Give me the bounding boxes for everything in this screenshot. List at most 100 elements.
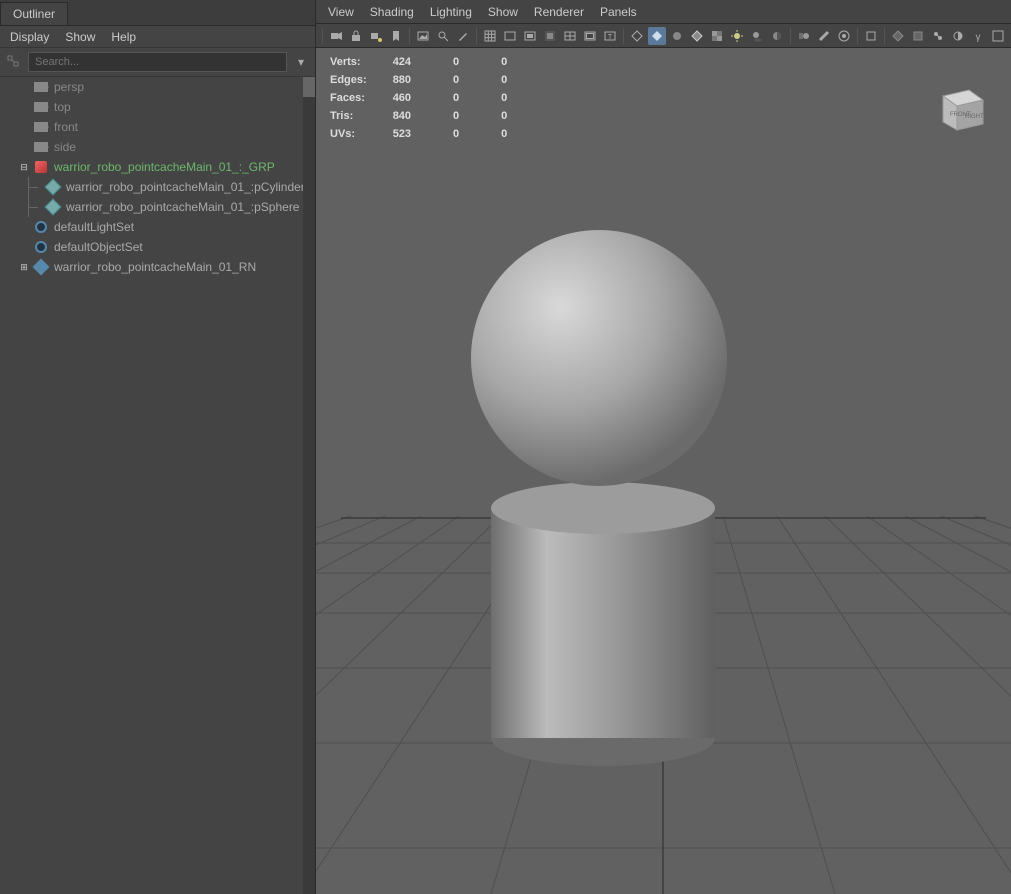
image-plane-icon[interactable] <box>414 27 432 45</box>
tree-item-lightset[interactable]: defaultLightSet <box>0 217 315 237</box>
tree-label: warrior_robo_pointcacheMain_01_:_GRP <box>54 160 275 174</box>
tree-label: persp <box>54 80 84 94</box>
2d-zoom-icon[interactable] <box>434 27 452 45</box>
tree-label: warrior_robo_pointcacheMain_01_:pSphere <box>66 200 299 214</box>
anti-alias-icon[interactable] <box>815 27 833 45</box>
camera-icon <box>32 79 50 95</box>
camera-icon <box>32 99 50 115</box>
tree-item-pcylinder[interactable]: warrior_robo_pointcacheMain_01_:pCylinde… <box>0 177 315 197</box>
viewport-menubar: View Shading Lighting Show Renderer Pane… <box>316 0 1011 24</box>
safe-action-icon[interactable] <box>581 27 599 45</box>
tree-item-psphere[interactable]: warrior_robo_pointcacheMain_01_:pSphere <box>0 197 315 217</box>
viewcube[interactable]: FRONT RIGHT <box>931 78 991 138</box>
expand-icon[interactable]: ⊞ <box>18 262 30 273</box>
search-input[interactable] <box>28 52 287 72</box>
tree-item-top[interactable]: top <box>0 97 315 117</box>
toolbar-separator <box>409 28 410 44</box>
hud-row: UVs:52300 <box>330 126 547 142</box>
tree-label: defaultObjectSet <box>54 240 143 254</box>
outliner-tree[interactable]: persp top front side ⊟ warrior_robo_poin… <box>0 77 315 894</box>
use-default-material-icon[interactable] <box>668 27 686 45</box>
tree-label: side <box>54 140 76 154</box>
toolbar-separator <box>322 28 323 44</box>
smooth-shade-icon[interactable] <box>648 27 666 45</box>
motion-blur-icon[interactable] <box>795 27 813 45</box>
menu-view[interactable]: View <box>322 3 360 21</box>
xray-icon[interactable] <box>889 27 907 45</box>
hud-row: Edges:88000 <box>330 72 547 88</box>
tree-item-reference[interactable]: ⊞ warrior_robo_pointcacheMain_01_RN <box>0 257 315 277</box>
field-chart-icon[interactable] <box>561 27 579 45</box>
viewport-3d[interactable]: Verts:42400 Edges:88000 Faces:46000 Tris… <box>316 48 1011 894</box>
wire-on-shaded-icon[interactable] <box>688 27 706 45</box>
xray-joints-icon[interactable] <box>929 27 947 45</box>
hud-row: Verts:42400 <box>330 54 547 70</box>
search-mode-icon[interactable] <box>6 54 22 70</box>
xray-active-icon[interactable] <box>909 27 927 45</box>
hud-row: Faces:46000 <box>330 90 547 106</box>
tree-item-side[interactable]: side <box>0 137 315 157</box>
bookmark-icon[interactable] <box>387 27 405 45</box>
gamma-icon[interactable]: γ <box>969 27 987 45</box>
menu-display[interactable]: Display <box>6 28 53 46</box>
svg-text:T: T <box>608 34 613 41</box>
menu-show[interactable]: Show <box>61 28 99 46</box>
tree-label: warrior_robo_pointcacheMain_01_:pCylinde… <box>66 180 305 194</box>
use-all-lights-icon[interactable] <box>728 27 746 45</box>
gate-mask-icon[interactable] <box>541 27 559 45</box>
tree-label: front <box>54 120 78 134</box>
search-dropdown[interactable]: ▾ <box>293 52 309 72</box>
view-transform-icon[interactable] <box>989 27 1007 45</box>
shadows-icon[interactable] <box>748 27 766 45</box>
tree-label: warrior_robo_pointcacheMain_01_RN <box>54 260 256 274</box>
hud-stats: Verts:42400 Edges:88000 Faces:46000 Tris… <box>328 52 549 144</box>
reference-icon <box>32 259 50 275</box>
menu-shading[interactable]: Shading <box>364 3 420 21</box>
isolate-select-icon[interactable] <box>862 27 880 45</box>
mesh-icon <box>44 199 62 215</box>
exposure-icon[interactable] <box>949 27 967 45</box>
toolbar-separator <box>857 28 858 44</box>
grid-icon[interactable] <box>481 27 499 45</box>
wireframe-icon[interactable] <box>628 27 646 45</box>
select-camera-icon[interactable] <box>327 27 345 45</box>
toolbar-separator <box>476 28 477 44</box>
scrollbar-thumb[interactable] <box>303 77 315 97</box>
tree-item-front[interactable]: front <box>0 117 315 137</box>
tree-item-group[interactable]: ⊟ warrior_robo_pointcacheMain_01_:_GRP <box>0 157 315 177</box>
film-gate-icon[interactable] <box>501 27 519 45</box>
group-icon <box>32 159 50 175</box>
mesh-icon <box>44 179 62 195</box>
ao-icon[interactable] <box>768 27 786 45</box>
lock-camera-icon[interactable] <box>347 27 365 45</box>
collapse-icon[interactable]: ⊟ <box>18 162 30 173</box>
outliner-tab[interactable]: Outliner <box>0 2 68 25</box>
dof-icon[interactable] <box>835 27 853 45</box>
menu-help[interactable]: Help <box>107 28 140 46</box>
outliner-tab-bar: Outliner <box>0 0 315 26</box>
toolbar-separator <box>790 28 791 44</box>
tree-item-objectset[interactable]: defaultObjectSet <box>0 237 315 257</box>
viewport-toolbar: T γ <box>316 24 1011 48</box>
tree-label: top <box>54 100 71 114</box>
safe-title-icon[interactable]: T <box>601 27 619 45</box>
resolution-gate-icon[interactable] <box>521 27 539 45</box>
toolbar-separator <box>884 28 885 44</box>
camera-attrs-icon[interactable] <box>367 27 385 45</box>
tree-item-persp[interactable]: persp <box>0 77 315 97</box>
menu-renderer[interactable]: Renderer <box>528 3 590 21</box>
outliner-panel: Outliner Display Show Help ▾ persp top f… <box>0 0 316 894</box>
set-icon <box>32 239 50 255</box>
menu-panels[interactable]: Panels <box>594 3 643 21</box>
grease-pencil-icon[interactable] <box>454 27 472 45</box>
outliner-scrollbar[interactable] <box>303 77 315 894</box>
menu-lighting[interactable]: Lighting <box>424 3 478 21</box>
menu-show[interactable]: Show <box>482 3 524 21</box>
set-icon <box>32 219 50 235</box>
hud-row: Tris:84000 <box>330 108 547 124</box>
camera-icon <box>32 139 50 155</box>
outliner-menubar: Display Show Help <box>0 26 315 48</box>
viewport-panel: View Shading Lighting Show Renderer Pane… <box>316 0 1011 894</box>
textured-icon[interactable] <box>708 27 726 45</box>
outliner-search-row: ▾ <box>0 48 315 77</box>
